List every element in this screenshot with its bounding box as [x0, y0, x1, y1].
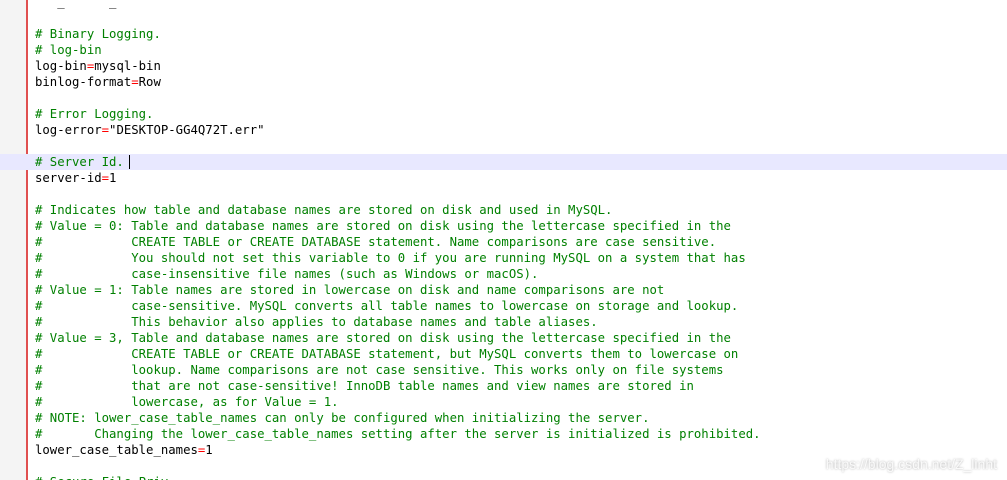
- code-line[interactable]: log-error="DESKTOP-GG4Q72T.err": [0, 122, 1007, 138]
- code-line[interactable]: # Secure File Priv.: [0, 474, 1007, 480]
- code-line[interactable]: # lookup. Name comparisons are not case …: [0, 362, 1007, 378]
- comment-text: # CREATE TABLE or CREATE DATABASE statem…: [35, 347, 739, 361]
- code-line[interactable]: # Value = 0: Table and database names ar…: [0, 218, 1007, 234]
- comment-text: # Secure File Priv.: [35, 475, 176, 480]
- config-text: Row: [138, 75, 161, 89]
- code-line[interactable]: [0, 138, 1007, 154]
- config-text: log-bin: [35, 59, 87, 73]
- comment-text: # Value = 3, Table and database names ar…: [35, 331, 731, 345]
- code-line[interactable]: _ _: [0, 0, 1007, 10]
- code-line[interactable]: # Value = 1: Table names are stored in l…: [0, 282, 1007, 298]
- code-line[interactable]: # Binary Logging.: [0, 26, 1007, 42]
- config-text: mysql-bin: [94, 59, 161, 73]
- code-line[interactable]: [0, 90, 1007, 106]
- code-line[interactable]: # Indicates how table and database names…: [0, 202, 1007, 218]
- text-editor[interactable]: _ _ # Binary Logging. # log-bin log-bin=my…: [0, 0, 1007, 480]
- comment-text: # lookup. Name comparisons are not case …: [35, 363, 724, 377]
- code-line[interactable]: # case-sensitive. MySQL converts all tab…: [0, 298, 1007, 314]
- comment-text: # Error Logging.: [35, 107, 154, 121]
- comment-text: # NOTE: lower_case_table_names can only …: [35, 411, 650, 425]
- code-area[interactable]: _ _ # Binary Logging. # log-bin log-bin=my…: [0, 0, 1007, 480]
- code-line[interactable]: # case-insensitive file names (such as W…: [0, 266, 1007, 282]
- comment-text: # Binary Logging.: [35, 27, 161, 41]
- comment-text: # Value = 0: Table and database names ar…: [35, 219, 731, 233]
- code-line[interactable]: # CREATE TABLE or CREATE DATABASE statem…: [0, 234, 1007, 250]
- code-line[interactable]: # This behavior also applies to database…: [0, 314, 1007, 330]
- config-text: 1: [205, 443, 213, 457]
- operator-text: =: [101, 171, 110, 185]
- code-line[interactable]: # CREATE TABLE or CREATE DATABASE statem…: [0, 346, 1007, 362]
- code-line[interactable]: [0, 186, 1007, 202]
- operator-text: =: [101, 123, 110, 137]
- current-line[interactable]: # Server Id.: [0, 154, 1007, 170]
- config-text: 1: [109, 171, 117, 185]
- code-line[interactable]: # Value = 3, Table and database names ar…: [0, 330, 1007, 346]
- config-text: _ _: [35, 0, 117, 9]
- comment-text: # Changing the lower_case_table_names se…: [35, 427, 761, 441]
- config-text: lower_case_table_names: [35, 443, 198, 457]
- comment-text: # lowercase, as for Value = 1.: [35, 395, 339, 409]
- comment-text: # case-sensitive. MySQL converts all tab…: [35, 299, 739, 313]
- code-line[interactable]: binlog-format=Row: [0, 74, 1007, 90]
- watermark-text: https://blog.csdn.net/Z_linht: [825, 456, 997, 472]
- comment-text: # Server Id.: [35, 155, 124, 169]
- operator-text: =: [131, 75, 139, 89]
- comment-text: # log-bin: [35, 43, 102, 57]
- config-text: server-id: [35, 171, 102, 185]
- config-text: "DESKTOP-GG4Q72T.err": [109, 123, 265, 137]
- comment-text: # Value = 1: Table names are stored in l…: [35, 283, 665, 297]
- config-text: log-error: [35, 123, 102, 137]
- comment-text: # that are not case-sensitive! InnoDB ta…: [35, 379, 694, 393]
- code-line[interactable]: [0, 10, 1007, 26]
- comment-text: # Indicates how table and database names…: [35, 203, 613, 217]
- code-line[interactable]: server-id=1: [0, 170, 1007, 186]
- code-line[interactable]: # You should not set this variable to 0 …: [0, 250, 1007, 266]
- code-line[interactable]: # NOTE: lower_case_table_names can only …: [0, 410, 1007, 426]
- code-line[interactable]: log-bin=mysql-bin: [0, 58, 1007, 74]
- code-line[interactable]: # lowercase, as for Value = 1.: [0, 394, 1007, 410]
- comment-text: # CREATE TABLE or CREATE DATABASE statem…: [35, 235, 717, 249]
- code-line[interactable]: # Error Logging.: [0, 106, 1007, 122]
- config-text: binlog-format: [35, 75, 132, 89]
- code-line[interactable]: # log-bin: [0, 42, 1007, 58]
- comment-text: # You should not set this variable to 0 …: [35, 251, 746, 265]
- comment-text: # This behavior also applies to database…: [35, 315, 598, 329]
- code-line[interactable]: # Changing the lower_case_table_names se…: [0, 426, 1007, 442]
- comment-text: # case-insensitive file names (such as W…: [35, 267, 539, 281]
- code-line[interactable]: # that are not case-sensitive! InnoDB ta…: [0, 378, 1007, 394]
